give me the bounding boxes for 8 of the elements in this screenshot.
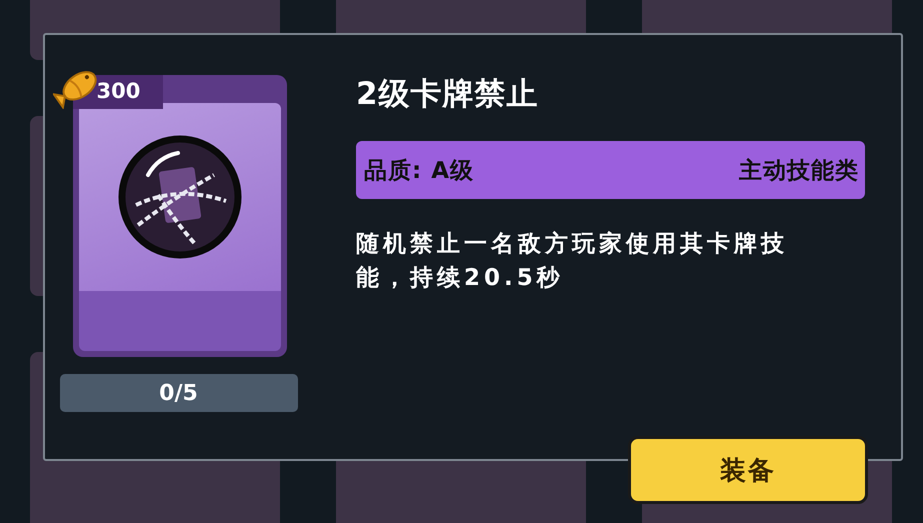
skill-title: 2级卡牌禁止 — [356, 75, 540, 114]
cost-value: 300 — [96, 79, 140, 103]
quality-label: 品质: A级 — [364, 156, 474, 186]
progress-counter: 0/5 — [60, 374, 298, 412]
skill-description: 随机禁止一名敌方玩家使用其卡牌技能，持续20.5秒 — [356, 230, 789, 293]
chained-card-icon — [118, 135, 242, 259]
equip-button[interactable]: 装备 — [628, 436, 868, 504]
category-label: 主动技能类 — [739, 156, 859, 186]
